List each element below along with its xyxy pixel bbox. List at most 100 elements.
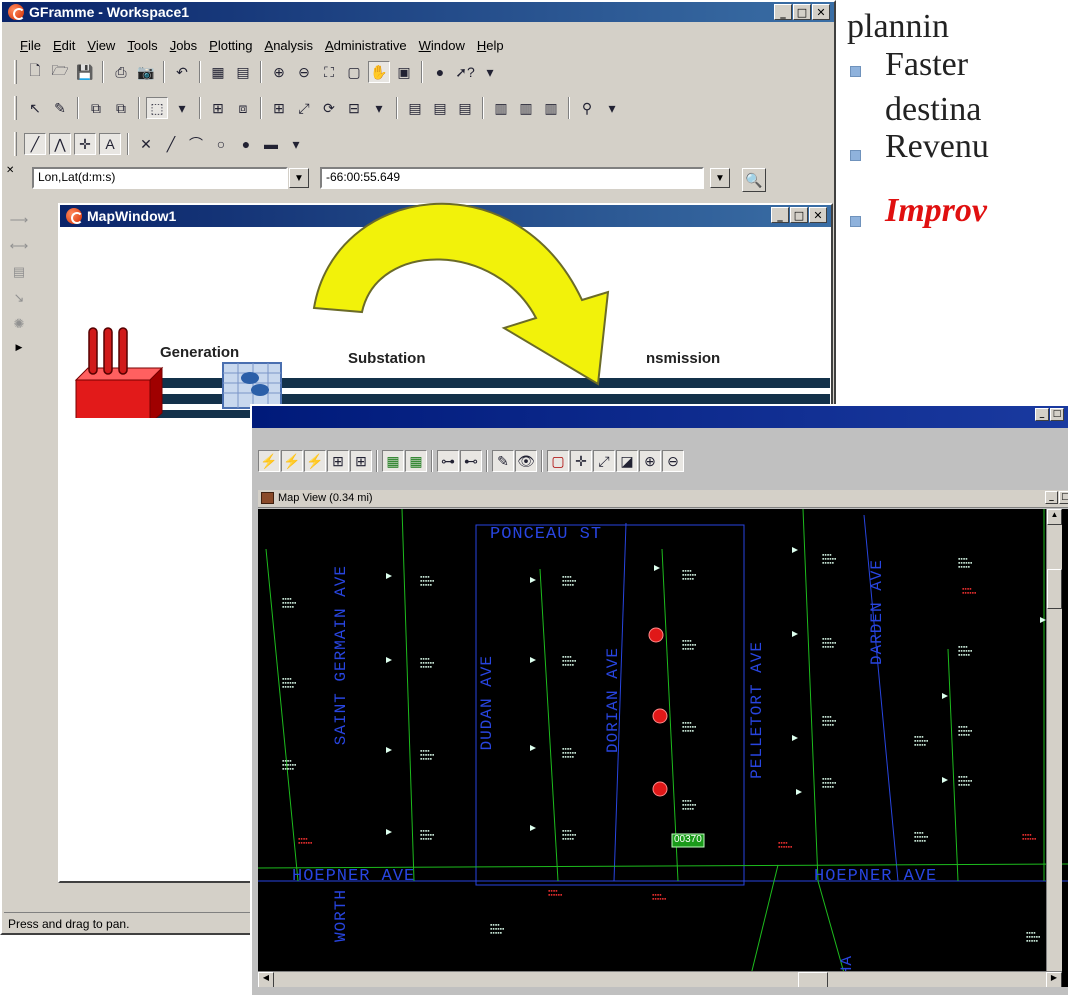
menu-jobs[interactable]: Jobs xyxy=(170,38,197,53)
scroll-up-icon[interactable]: ▲ xyxy=(1047,509,1062,525)
connector-icon[interactable]: ⟶ xyxy=(10,212,29,228)
text-icon[interactable]: A xyxy=(99,133,121,155)
report-icon[interactable]: ▥ xyxy=(490,97,512,119)
table-green-icon[interactable]: ▦ xyxy=(382,450,404,472)
locate-icon[interactable]: 🔍 xyxy=(742,168,766,192)
scroll-thumb[interactable] xyxy=(1047,569,1062,609)
frame-icon[interactable]: ▢ xyxy=(547,450,569,472)
fit-icon[interactable]: ⤢ xyxy=(593,450,615,472)
app-minimize-button[interactable]: _ xyxy=(1035,408,1049,421)
trace-downstream-icon[interactable]: ⚡ xyxy=(281,450,303,472)
main-title-bar[interactable]: GFramme - Workspace1 _ □ ✕ xyxy=(2,2,834,22)
analysis-icon[interactable]: ⚲ xyxy=(576,97,598,119)
menu-plotting[interactable]: Plotting xyxy=(209,38,252,53)
zoom-in-icon[interactable]: ⊕ xyxy=(639,450,661,472)
help-pointer-icon[interactable]: ➚? xyxy=(454,61,476,83)
toolbar-grip[interactable] xyxy=(14,96,17,120)
rotate-feature-icon[interactable]: ⟳ xyxy=(318,97,340,119)
disconnect-icon[interactable]: ⊷ xyxy=(460,450,482,472)
move-feature-icon[interactable]: ⤢ xyxy=(293,97,315,119)
arc-icon[interactable]: ⌒ xyxy=(185,133,207,155)
toolbar-grip[interactable] xyxy=(14,60,17,84)
toolbar-grip[interactable] xyxy=(14,132,17,156)
filled-circle-icon[interactable]: ● xyxy=(235,133,257,155)
map-view-minimize-button[interactable]: _ xyxy=(1045,491,1058,504)
diagonal-line-icon[interactable]: ╱ xyxy=(160,133,182,155)
print-icon[interactable]: ⎙ xyxy=(110,61,132,83)
zoom-out-icon[interactable]: ⊖ xyxy=(293,61,315,83)
table-green-2-icon[interactable]: ▦ xyxy=(405,450,427,472)
menu-file[interactable]: File xyxy=(20,38,41,53)
vertical-scrollbar[interactable]: ▲ xyxy=(1046,509,1062,987)
edit-pen-icon[interactable]: ✎ xyxy=(49,97,71,119)
minimize-button[interactable]: _ xyxy=(774,4,792,20)
polyline-icon[interactable]: ⋀ xyxy=(49,133,71,155)
edit-icon[interactable]: ✎ xyxy=(492,450,514,472)
table-icon[interactable]: ▤ xyxy=(232,61,254,83)
circle-outline-icon[interactable]: ○ xyxy=(210,133,232,155)
line-style-icon[interactable]: ▬ xyxy=(260,133,282,155)
point-icon[interactable]: ✛ xyxy=(74,133,96,155)
pan-icon[interactable]: ✋ xyxy=(368,61,390,83)
trace-icon[interactable]: ↘ xyxy=(14,290,25,306)
pan-cross-icon[interactable]: ✛ xyxy=(570,450,592,472)
coord-system-select[interactable]: Lon,Lat(d:m:s) xyxy=(32,167,288,189)
coord-value-dropdown-icon[interactable]: ▼ xyxy=(710,168,730,188)
layers-icon[interactable]: ▦ xyxy=(207,61,229,83)
close-button[interactable]: ✕ xyxy=(812,4,830,20)
open-icon[interactable]: 🗁 xyxy=(49,61,71,83)
report-3-icon[interactable]: ▥ xyxy=(540,97,562,119)
cross-icon[interactable]: ✕ xyxy=(135,133,157,155)
menu-help[interactable]: Help xyxy=(477,38,504,53)
window-zoom-icon[interactable]: ▢ xyxy=(343,61,365,83)
insert-feature-icon[interactable]: ⊞ xyxy=(207,97,229,119)
menu-administrative[interactable]: Administrative xyxy=(325,38,407,53)
camera-icon[interactable]: 📷 xyxy=(135,61,157,83)
more-arrow-icon[interactable]: ▶ xyxy=(16,342,23,353)
attribute-2-icon[interactable]: ▤ xyxy=(429,97,451,119)
scroll-right-icon[interactable]: ▶ xyxy=(1046,972,1062,987)
toolbar-overflow-icon[interactable]: ▾ xyxy=(479,61,501,83)
view-icon[interactable]: ◪ xyxy=(616,450,638,472)
map-canvas[interactable]: ▪▪▪▪ ▪▪▪▪▪▪ ▪▪▪▪▪ ▪▪▪▪ ▪▪▪▪▪▪ ▪▪▪▪▪ ▪▪▪▪ ▪▪▪▪… xyxy=(258,509,1068,987)
new-icon[interactable]: 🗋 xyxy=(24,61,46,83)
place-feature-icon[interactable]: ⊞ xyxy=(268,97,290,119)
modify-feature-icon[interactable]: ⊟ xyxy=(343,97,365,119)
line-icon[interactable]: ╱ xyxy=(24,133,46,155)
zoom-out-icon[interactable]: ⊖ xyxy=(662,450,684,472)
select-set-icon[interactable]: ⧉ xyxy=(85,97,107,119)
grid-view-icon[interactable]: ⊞ xyxy=(327,450,349,472)
undo-icon[interactable]: ↶ xyxy=(171,61,193,83)
menu-analysis[interactable]: Analysis xyxy=(265,38,313,53)
select-arrow-icon[interactable]: ↖ xyxy=(24,97,46,119)
trace-upstream-icon[interactable]: ⚡ xyxy=(258,450,280,472)
select-mode-icon[interactable]: ⬚ xyxy=(146,97,168,119)
map-view-maximize-button[interactable]: □ xyxy=(1059,491,1068,504)
select-set-2-icon[interactable]: ⧉ xyxy=(110,97,132,119)
map-window-minimize-button[interactable]: _ xyxy=(771,207,789,223)
save-icon[interactable]: 💾 xyxy=(74,61,96,83)
coord-close-icon[interactable]: ✕ xyxy=(6,165,14,176)
fit-extent-icon[interactable]: ⛶ xyxy=(318,61,340,83)
menu-window[interactable]: Window xyxy=(419,38,465,53)
globe-icon[interactable]: ● xyxy=(429,61,451,83)
dropdown-icon[interactable]: ▾ xyxy=(601,97,623,119)
binoculars-icon[interactable]: 👁 xyxy=(515,450,537,472)
map-view-inner-title-bar[interactable]: Map View (0.34 mi) _ □ xyxy=(258,490,1068,508)
attribute-icon[interactable]: ▤ xyxy=(404,97,426,119)
map-window-close-button[interactable]: ✕ xyxy=(809,207,827,223)
menu-edit[interactable]: Edit xyxy=(53,38,75,53)
maximize-button[interactable]: □ xyxy=(793,4,811,20)
connect-icon[interactable]: ⊶ xyxy=(437,450,459,472)
map-window-maximize-button[interactable]: □ xyxy=(790,207,808,223)
dropdown-icon[interactable]: ▾ xyxy=(368,97,390,119)
dropdown-icon[interactable]: ▾ xyxy=(171,97,193,119)
trace-all-icon[interactable]: ⚡ xyxy=(304,450,326,472)
report-2-icon[interactable]: ▥ xyxy=(515,97,537,119)
map-view-app-title-bar[interactable]: _ □ xyxy=(252,406,1068,428)
menu-view[interactable]: View xyxy=(87,38,115,53)
menu-tools[interactable]: Tools xyxy=(127,38,157,53)
network-icon[interactable]: ✺ xyxy=(14,316,25,332)
zoom-in-icon[interactable]: ⊕ xyxy=(268,61,290,83)
scroll-left-icon[interactable]: ◀ xyxy=(258,972,274,987)
